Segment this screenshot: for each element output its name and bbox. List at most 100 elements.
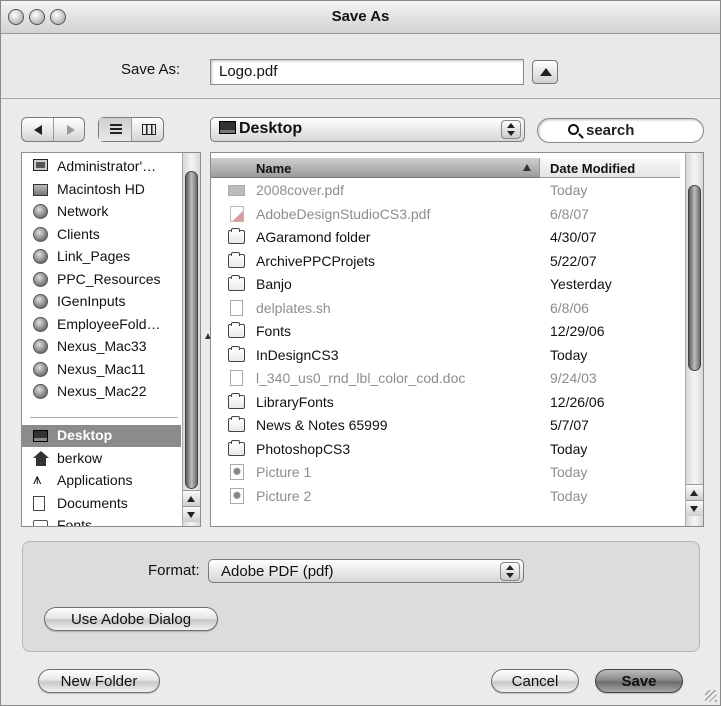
back-arrow-icon [34, 125, 42, 135]
column-header-name[interactable]: Name [211, 158, 539, 178]
file-row[interactable]: PhotoshopCS3 Today [211, 438, 686, 461]
file-list-scroll-thumb[interactable] [688, 185, 701, 371]
file-row[interactable]: delplates.sh 6/8/06 [211, 297, 686, 320]
file-row[interactable]: 2008cover.pdf Today [211, 179, 686, 202]
sidebar-item[interactable]: ⩚ Applications [22, 470, 182, 492]
column-view-button[interactable] [132, 118, 164, 141]
globe-icon [33, 204, 48, 219]
column-header-date[interactable]: Date Modified [539, 158, 680, 178]
folder-icon [228, 275, 245, 291]
back-forward-control [21, 117, 85, 142]
sidebar-item[interactable]: Link_Pages [22, 246, 182, 268]
sidebar-item[interactable]: Nexus_Mac22 [22, 381, 182, 403]
sidebar-item-label: Desktop [57, 427, 113, 443]
file-row[interactable]: LibraryFonts 12/26/06 [211, 391, 686, 414]
hard-disk-icon [33, 183, 48, 196]
sidebar-scroll-down-button[interactable] [183, 506, 200, 522]
file-name: Picture 1 [256, 464, 312, 480]
folder-icon [228, 345, 245, 362]
popup-arrows-icon [500, 562, 520, 581]
file-row[interactable]: InDesignCS3 Today [211, 344, 686, 367]
file-row[interactable]: AdobeDesignStudioCS3.pdf 6/8/07 [211, 203, 686, 226]
format-popup[interactable]: Adobe PDF (pdf) [208, 559, 524, 583]
file-row[interactable]: Picture 2 Today [211, 485, 686, 508]
use-adobe-dialog-button[interactable]: Use Adobe Dialog [44, 607, 218, 631]
home-icon [33, 450, 49, 466]
filename-input[interactable]: Logo.pdf [210, 59, 524, 85]
file-date: 6/8/06 [550, 299, 589, 316]
file-row[interactable]: Banjo Yesterday [211, 273, 686, 296]
list-view-button[interactable] [99, 118, 132, 141]
title-bar[interactable]: Save As [1, 1, 720, 34]
file-row[interactable]: ArchivePPCProjets 5/22/07 [211, 250, 686, 273]
desktop-icon [219, 121, 236, 134]
file-name: Fonts [256, 323, 292, 339]
sidebar-item[interactable]: Macintosh HD [22, 179, 182, 201]
sidebar-item[interactable]: EmployeeFold… [22, 314, 182, 336]
divider [1, 98, 720, 99]
file-date: Today [550, 440, 588, 457]
sidebar-scroll-thumb[interactable] [185, 171, 198, 489]
file-name: ArchivePPCProjets [256, 252, 376, 269]
file-date: Today [550, 346, 588, 363]
sidebar-item[interactable]: Network [22, 201, 182, 223]
sidebar-item-label: Network [57, 203, 109, 219]
folder-icon [228, 322, 245, 338]
file-row[interactable]: Fonts 12/29/06 [211, 320, 686, 343]
sidebar-item[interactable]: Desktop [22, 425, 181, 447]
file-name: PhotoshopCS3 [256, 440, 351, 457]
sidebar-item-label: Applications [57, 472, 133, 488]
location-popup[interactable]: Desktop [210, 117, 525, 142]
file-list-scroll-down-button[interactable] [686, 500, 703, 516]
file-date: Today [550, 487, 588, 504]
desktop-icon [33, 430, 48, 442]
sidebar-item[interactable]: Fonts [22, 515, 182, 526]
file-date: 5/22/07 [550, 252, 597, 269]
file-date: 12/26/06 [550, 393, 605, 410]
picture-file-icon [230, 464, 244, 480]
file-name: Banjo [256, 276, 292, 292]
file-name: 2008cover.pdf [256, 182, 344, 198]
sidebar-item[interactable]: Administrator'… [22, 156, 182, 178]
file-name: AGaramond folder [256, 229, 371, 245]
folder-icon [228, 251, 245, 268]
save-button[interactable]: Save [595, 669, 683, 693]
sidebar-item-label: IGenInputs [57, 293, 126, 309]
sidebar-item[interactable]: PPC_Resources [22, 269, 182, 291]
triangle-up-icon [540, 68, 552, 76]
file-list-scrollbar[interactable] [685, 153, 703, 526]
network-volume-icon [33, 226, 48, 242]
popup-arrows-icon [501, 120, 521, 139]
sidebar-item[interactable]: IGenInputs [22, 291, 182, 313]
sidebar-scrollbar[interactable] [182, 153, 200, 526]
format-panel [22, 541, 700, 652]
file-name: l_340_us0_rnd_lbl_color_cod.doc [256, 370, 466, 386]
forward-button[interactable] [54, 118, 85, 141]
resize-grip[interactable] [705, 690, 717, 702]
sidebar-item[interactable]: Nexus_Mac33 [22, 336, 182, 358]
file-row[interactable]: AGaramond folder 4/30/07 [211, 226, 686, 249]
file-name: delplates.sh [256, 299, 331, 316]
new-folder-button[interactable]: New Folder [38, 669, 160, 693]
search-icon [568, 124, 579, 135]
search-field[interactable]: search [537, 118, 704, 143]
sidebar-item-label: Clients [57, 225, 100, 242]
network-volume-icon [33, 316, 48, 332]
file-list-scroll-up-button[interactable] [686, 484, 703, 500]
file-row[interactable]: News & Notes 65999 5/7/07 [211, 414, 686, 437]
folder-icon [33, 520, 48, 526]
sidebar-item[interactable]: berkow [22, 448, 182, 470]
file-name: Picture 2 [256, 487, 312, 504]
collapse-dialog-button[interactable] [532, 60, 558, 84]
cancel-button[interactable]: Cancel [491, 669, 579, 693]
sidebar-item[interactable]: Clients [22, 224, 182, 246]
sidebar-item-label: PPC_Resources [57, 270, 161, 287]
file-row[interactable]: l_340_us0_rnd_lbl_color_cod.doc 9/24/03 [211, 367, 686, 390]
picture-file-icon [230, 487, 244, 504]
file-date: Today [550, 182, 588, 198]
back-button[interactable] [22, 118, 54, 141]
file-row[interactable]: Picture 1 Today [211, 461, 686, 484]
sidebar-scroll-up-button[interactable] [183, 490, 200, 506]
sidebar-item[interactable]: Documents [22, 493, 182, 515]
sidebar-item[interactable]: Nexus_Mac11 [22, 359, 182, 381]
